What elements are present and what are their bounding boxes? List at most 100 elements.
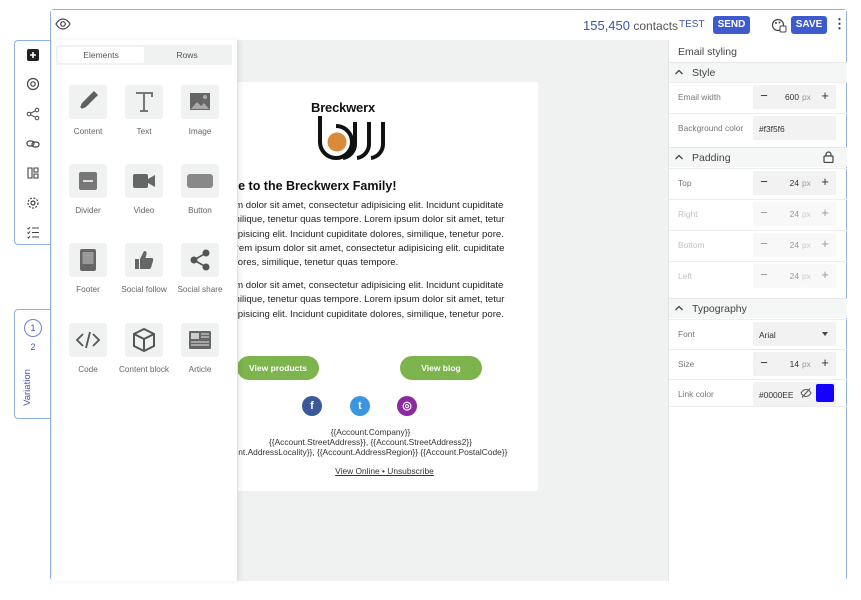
padding-section-title: Padding <box>692 152 731 164</box>
tile-footer[interactable]: Footer <box>60 243 116 294</box>
checklist-icon[interactable] <box>26 225 40 239</box>
eye-off-icon[interactable] <box>800 387 812 399</box>
more-menu-icon[interactable]: ⋮ <box>833 16 846 32</box>
tile-article[interactable]: Article <box>172 323 228 374</box>
link-color-swatch[interactable] <box>816 384 834 402</box>
increment-button[interactable]: + <box>815 174 835 189</box>
unit-label: px <box>802 92 811 102</box>
decrement-button[interactable]: − <box>754 355 774 370</box>
padding-left-stepper[interactable]: − 24 px + <box>753 264 836 288</box>
padding-top-value[interactable]: 24 <box>777 178 799 188</box>
variation-tab[interactable]: 1 2 Variation <box>14 309 52 419</box>
tile-code[interactable]: Code <box>60 323 116 374</box>
footer-links[interactable]: View Online • Unsubscribe <box>231 466 538 476</box>
email-width-stepper[interactable]: − 600 px + <box>753 85 836 109</box>
padding-left-label: Left <box>678 271 692 281</box>
padding-bottom-stepper[interactable]: − 24 px + <box>753 233 836 257</box>
email-width-value[interactable]: 600 <box>777 92 799 102</box>
size-label: Size <box>678 359 695 369</box>
increment-button[interactable]: + <box>815 236 835 251</box>
tile-label: Content block <box>118 365 170 374</box>
unit-label: px <box>802 209 811 219</box>
view-products-button[interactable]: View products <box>237 356 319 380</box>
address-street: {{Account.StreetAddress}}, {{Account.Str… <box>269 437 472 447</box>
increment-button[interactable]: + <box>815 355 835 370</box>
padding-bottom-label: Bottom <box>678 240 705 250</box>
unit-label: px <box>802 178 811 188</box>
padding-bottom-value[interactable]: 24 <box>777 240 799 250</box>
panel-tabs: Elements Rows <box>56 45 232 65</box>
padding-right-row: Right − 24 px + <box>669 199 847 227</box>
tab-rows[interactable]: Rows <box>144 47 230 63</box>
test-button[interactable]: TEST <box>679 19 705 30</box>
font-value: Arial <box>759 330 776 340</box>
size-row: Size − 14 px + <box>669 349 847 377</box>
thumbs-up-icon <box>135 251 154 269</box>
gear-icon[interactable] <box>26 196 40 210</box>
padding-left-value[interactable]: 24 <box>777 271 799 281</box>
tile-video[interactable]: Video <box>116 164 172 215</box>
font-size-value[interactable]: 14 <box>777 359 799 369</box>
email-preview[interactable]: Breckwerx me to the Breckwerx Family! su… <box>231 82 538 491</box>
padding-top-stepper[interactable]: − 24 px + <box>753 171 836 195</box>
link-color-value: #0000EE <box>759 390 794 400</box>
decrement-button[interactable]: − <box>754 174 774 189</box>
facebook-icon[interactable]: f <box>302 396 322 416</box>
add-icon[interactable] <box>26 48 40 62</box>
twitter-icon[interactable]: t <box>350 396 370 416</box>
image-icon <box>190 93 210 110</box>
tab-elements[interactable]: Elements <box>58 47 144 63</box>
tile-label: Divider <box>75 206 101 215</box>
style-section-header[interactable]: Style <box>669 62 847 82</box>
tile-text[interactable]: Text <box>116 85 172 136</box>
increment-button[interactable]: + <box>815 205 835 220</box>
decrement-button[interactable]: − <box>754 267 774 282</box>
view-blog-button[interactable]: View blog <box>400 356 482 380</box>
decrement-button[interactable]: − <box>754 236 774 251</box>
font-size-stepper[interactable]: − 14 px + <box>753 352 836 376</box>
footer-icon <box>80 249 96 271</box>
send-button[interactable]: SEND <box>713 16 750 34</box>
decrement-button[interactable]: − <box>754 88 774 103</box>
background-color-input[interactable]: #f3f5f6 <box>753 116 836 140</box>
typography-section-title: Typography <box>692 303 747 315</box>
layout-icon[interactable] <box>26 166 40 180</box>
tile-content[interactable]: Content <box>60 85 116 136</box>
increment-button[interactable]: + <box>815 267 835 282</box>
elements-panel: Elements Rows Content Text Image Divider… <box>52 40 238 581</box>
tile-content-block[interactable]: Content block <box>116 323 172 374</box>
padding-right-stepper[interactable]: − 24 px + <box>753 202 836 226</box>
divider-icon <box>79 172 97 190</box>
font-select[interactable]: Arial <box>753 322 836 346</box>
at-sign-icon[interactable] <box>26 77 40 91</box>
tile-label: Button <box>188 206 212 215</box>
tile-social-share[interactable]: Social share <box>172 243 228 294</box>
pencil-icon <box>79 91 98 110</box>
instagram-icon[interactable]: ◎ <box>397 396 417 416</box>
lock-icon[interactable] <box>823 151 834 163</box>
padding-top-label: Top <box>678 178 692 188</box>
palette-icon[interactable] <box>771 17 787 33</box>
variation-2[interactable]: 2 <box>24 342 42 352</box>
tile-button[interactable]: Button <box>172 164 228 215</box>
share-icon[interactable] <box>26 107 40 121</box>
padding-section-header[interactable]: Padding <box>669 147 847 167</box>
save-button[interactable]: SAVE <box>791 16 827 34</box>
eye-icon[interactable] <box>55 16 71 32</box>
link-color-row: Link color #0000EE <box>669 379 847 407</box>
email-heading: me to the Breckwerx Family! <box>231 179 397 193</box>
decrement-button[interactable]: − <box>754 205 774 220</box>
tile-social-follow[interactable]: Social follow <box>116 243 172 294</box>
link-color-label: Link color <box>678 389 714 399</box>
styling-title: Email styling <box>678 46 737 58</box>
share-icon <box>190 249 210 271</box>
tile-image[interactable]: Image <box>172 85 228 136</box>
tile-divider[interactable]: Divider <box>60 164 116 215</box>
padding-right-value[interactable]: 24 <box>777 209 799 219</box>
tile-label: Social follow <box>121 285 167 294</box>
video-icon <box>133 174 155 188</box>
typography-section-header[interactable]: Typography <box>669 298 847 318</box>
link-icon[interactable] <box>26 137 40 151</box>
increment-button[interactable]: + <box>815 88 835 103</box>
variation-1[interactable]: 1 <box>24 319 42 337</box>
